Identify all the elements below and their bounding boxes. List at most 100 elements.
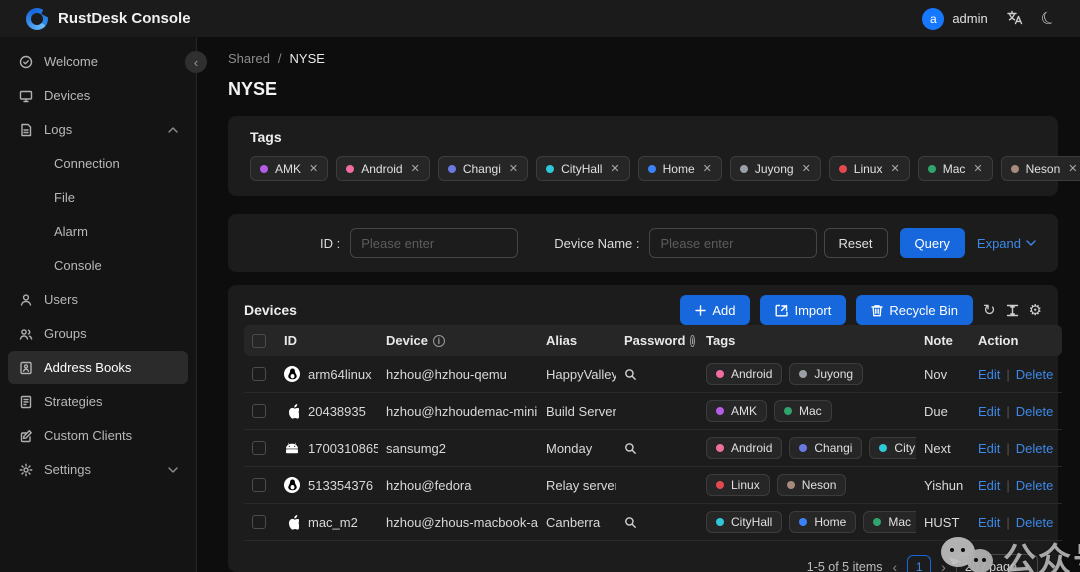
edit-link[interactable]: Edit xyxy=(978,441,1000,456)
tags-card-title: Tags xyxy=(250,129,1036,145)
top-bar: RustDesk Console a admin ☾ xyxy=(0,0,1080,37)
tag-color-dot xyxy=(839,165,847,173)
row-density-icon[interactable] xyxy=(1006,304,1019,317)
col-alias[interactable]: Alias xyxy=(538,325,616,356)
tag-chip[interactable]: Home✕ xyxy=(638,156,722,181)
sidebar-item-connection[interactable]: Connection xyxy=(8,147,188,180)
query-button[interactable]: Query xyxy=(900,228,965,258)
sidebar-item-logs[interactable]: Logs xyxy=(8,113,188,146)
edit-link[interactable]: Edit xyxy=(978,478,1000,493)
dark-mode-toggle-icon[interactable]: ☾ xyxy=(1038,8,1059,30)
sidebar-item-welcome[interactable]: Welcome xyxy=(8,45,188,78)
reveal-password-icon[interactable] xyxy=(624,368,690,381)
tag-chip[interactable]: Mac✕ xyxy=(918,156,993,181)
col-id[interactable]: ID xyxy=(276,325,378,356)
sidebar-collapse-button[interactable]: ‹ xyxy=(185,51,207,73)
next-page-icon[interactable]: › xyxy=(941,559,946,572)
main-content: Shared / NYSE NYSE Tags AMK✕ Android✕ Ch… xyxy=(197,37,1080,572)
devices-table: ID Devicei Alias Passwordi Tags Note Act… xyxy=(244,325,1062,541)
breadcrumb-parent[interactable]: Shared xyxy=(228,51,270,66)
delete-link[interactable]: Delete xyxy=(1016,367,1054,382)
sidebar-item-devices[interactable]: Devices xyxy=(8,79,188,112)
row-checkbox[interactable] xyxy=(252,367,266,381)
column-settings-icon[interactable]: ⚙ xyxy=(1029,301,1042,319)
user-name: admin xyxy=(952,11,987,26)
pagination: 1-5 of 5 items ‹ 1 › 20 / page▾ xyxy=(244,541,1042,572)
tag-chip[interactable]: Juyong✕ xyxy=(730,156,821,181)
col-device[interactable]: Devicei xyxy=(378,325,538,356)
tag-chip[interactable]: Neson✕ xyxy=(1001,156,1080,181)
reveal-password-icon[interactable] xyxy=(624,516,690,529)
recycle-bin-button[interactable]: Recycle Bin xyxy=(856,295,973,325)
tag-chip[interactable]: Android✕ xyxy=(336,156,430,181)
breadcrumb-current: NYSE xyxy=(290,51,325,66)
row-checkbox[interactable] xyxy=(252,404,266,418)
tag-chip[interactable]: CityHall✕ xyxy=(536,156,630,181)
sidebar-item-groups[interactable]: Groups xyxy=(8,317,188,350)
chevron-down-icon: ▾ xyxy=(1024,562,1029,572)
delete-link[interactable]: Delete xyxy=(1016,515,1054,530)
row-checkbox[interactable] xyxy=(252,478,266,492)
id-filter-input[interactable] xyxy=(350,228,518,258)
remove-tag-icon[interactable]: ✕ xyxy=(890,162,899,175)
remove-tag-icon[interactable]: ✕ xyxy=(509,162,518,175)
delete-link[interactable]: Delete xyxy=(1016,404,1054,419)
col-tags[interactable]: Tags xyxy=(698,325,916,356)
col-password[interactable]: Passwordi xyxy=(616,325,698,356)
row-tag: CityHall xyxy=(706,511,782,533)
chevron-down-icon xyxy=(1026,240,1036,246)
avatar[interactable]: a xyxy=(922,8,944,30)
col-note[interactable]: Note xyxy=(916,325,970,356)
remove-tag-icon[interactable]: ✕ xyxy=(1068,162,1077,175)
apple-os-icon xyxy=(284,403,300,419)
delete-link[interactable]: Delete xyxy=(1016,441,1054,456)
prev-page-icon[interactable]: ‹ xyxy=(892,559,897,572)
edit-link[interactable]: Edit xyxy=(978,404,1000,419)
device-name-filter-input[interactable] xyxy=(649,228,817,258)
tag-chip[interactable]: AMK✕ xyxy=(250,156,328,181)
edit-link[interactable]: Edit xyxy=(978,515,1000,530)
linux-os-icon xyxy=(284,477,300,493)
apple-os-icon xyxy=(284,514,300,530)
select-all-checkbox[interactable] xyxy=(252,334,266,348)
edit-link[interactable]: Edit xyxy=(978,367,1000,382)
row-tag: Linux xyxy=(706,474,770,496)
sidebar-item-users[interactable]: Users xyxy=(8,283,188,316)
row-checkbox[interactable] xyxy=(252,515,266,529)
refresh-icon[interactable]: ↻ xyxy=(983,301,996,319)
tag-color-dot xyxy=(648,165,656,173)
page-number-button[interactable]: 1 xyxy=(907,555,931,572)
reset-button[interactable]: Reset xyxy=(824,228,888,258)
row-tag: Mac xyxy=(774,400,832,422)
remove-tag-icon[interactable]: ✕ xyxy=(973,162,982,175)
users-group-icon xyxy=(18,327,34,341)
page-title: NYSE xyxy=(228,79,1058,100)
sidebar-item-console[interactable]: Console xyxy=(8,249,188,282)
add-device-button[interactable]: Add xyxy=(680,295,750,325)
translate-icon[interactable] xyxy=(1006,9,1023,29)
delete-link[interactable]: Delete xyxy=(1016,478,1054,493)
user-menu[interactable]: a admin xyxy=(922,8,987,30)
page-size-select[interactable]: 20 / page▾ xyxy=(956,554,1038,572)
sidebar-item-custom-clients[interactable]: Custom Clients xyxy=(8,419,188,452)
tag-chip[interactable]: Linux✕ xyxy=(829,156,910,181)
reveal-password-icon[interactable] xyxy=(624,442,690,455)
remove-tag-icon[interactable]: ✕ xyxy=(411,162,420,175)
sidebar-item-alarm[interactable]: Alarm xyxy=(8,215,188,248)
sidebar-item-address-books[interactable]: Address Books xyxy=(8,351,188,384)
row-checkbox[interactable] xyxy=(252,441,266,455)
import-button[interactable]: Import xyxy=(760,295,846,325)
remove-tag-icon[interactable]: ✕ xyxy=(802,162,811,175)
table-row: mac_m2 hzhou@zhous-macbook-air Canberra … xyxy=(244,504,1062,541)
expand-link[interactable]: Expand xyxy=(977,236,1036,251)
sidebar-item-settings[interactable]: Settings xyxy=(8,453,188,486)
sidebar-item-file[interactable]: File xyxy=(8,181,188,214)
col-action: Action xyxy=(970,325,1062,356)
remove-tag-icon[interactable]: ✕ xyxy=(610,162,619,175)
remove-tag-icon[interactable]: ✕ xyxy=(703,162,712,175)
tag-chip[interactable]: Changi✕ xyxy=(438,156,528,181)
remove-tag-icon[interactable]: ✕ xyxy=(309,162,318,175)
tag-color-dot xyxy=(448,165,456,173)
sidebar-item-strategies[interactable]: Strategies xyxy=(8,385,188,418)
table-row: 20438935 hzhou@hzhoudemac-mini Build Ser… xyxy=(244,393,1062,430)
